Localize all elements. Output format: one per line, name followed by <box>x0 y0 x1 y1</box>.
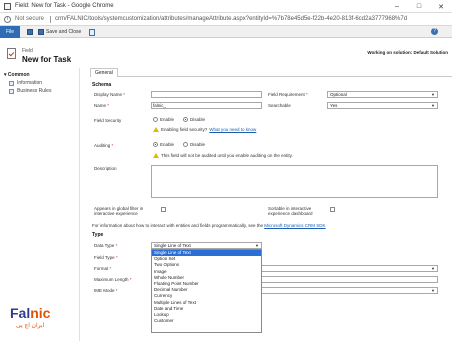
publish-button[interactable] <box>89 28 95 36</box>
save-and-close-label: Save and Close <box>46 29 82 35</box>
page-title: New for Task <box>22 55 72 64</box>
field-requirement-label: Field Requirement * <box>268 92 308 97</box>
description-textarea[interactable] <box>151 165 438 198</box>
global-filter-checkbox[interactable] <box>161 207 166 212</box>
field-security-disable-radio[interactable]: Disable <box>183 117 205 122</box>
searchable-select[interactable]: Yes ▼ <box>327 102 438 109</box>
chevron-down-icon: ▼ <box>255 243 259 248</box>
auditing-disable-radio[interactable]: Disable <box>183 142 205 147</box>
format-label: Format * <box>94 266 112 271</box>
chevron-down-icon: ▼ <box>431 288 435 293</box>
help-icon[interactable]: ? <box>431 28 438 35</box>
not-secure-label: Not secure <box>15 16 45 22</box>
logo-tagline: ایران اچ پی <box>16 323 45 329</box>
warning-icon <box>153 153 159 158</box>
radio-icon <box>183 142 188 147</box>
chevron-down-icon: ▼ <box>431 92 435 97</box>
sdk-link[interactable]: Microsoft Dynamics CRM SDK <box>264 223 325 228</box>
save-close-icon <box>38 29 44 35</box>
radio-selected-icon <box>153 142 158 147</box>
address-bar[interactable]: i Not secure crm/FALNIC/tools/systemcust… <box>0 13 452 26</box>
auditing-warning: This field will not be audited until you… <box>153 153 293 158</box>
logo-wordmark: Falnic <box>10 305 51 321</box>
divider <box>50 16 51 23</box>
warning-icon <box>153 127 159 132</box>
chevron-down-icon: ▼ <box>431 266 435 271</box>
window-controls: – □ ✕ <box>386 0 452 13</box>
schema-heading: Schema <box>92 82 112 88</box>
nav-item-business-rules[interactable]: Business Rules <box>9 88 51 94</box>
url-text[interactable]: crm/FALNIC/tools/systemcustomization/att… <box>55 16 407 22</box>
name-label: Name * <box>94 103 110 108</box>
chevron-down-icon: ▼ <box>431 103 435 108</box>
display-name-input[interactable] <box>151 91 262 98</box>
global-filter-label: Appears in global filter in interactive e… <box>94 206 144 216</box>
title-bar: Field: New for Task - Google Chrome – □ … <box>0 0 452 13</box>
auditing-enable-radio[interactable]: Enable <box>153 142 174 147</box>
nav-item-information[interactable]: Information <box>9 80 42 86</box>
data-type-select[interactable]: Single Line of Text ▼ <box>151 242 262 249</box>
data-type-option[interactable]: Customer <box>152 318 261 324</box>
window-title: Field: New for Task - Google Chrome <box>15 3 114 9</box>
working-on-solution: Working on solution: Default Solution <box>367 50 448 55</box>
field-icon <box>7 48 16 59</box>
radio-selected-icon <box>183 117 188 122</box>
page-icon <box>4 3 11 10</box>
radio-icon <box>153 117 158 122</box>
information-icon <box>9 80 14 86</box>
ime-mode-label: IME Mode * <box>94 288 118 293</box>
command-bar: File Save and Close ? <box>0 26 452 38</box>
publish-icon <box>89 28 95 36</box>
close-icon[interactable]: ✕ <box>430 0 452 13</box>
tab-general[interactable]: General <box>90 68 118 77</box>
name-input[interactable]: falnic_ <box>151 102 262 109</box>
falnic-logo: Falnic ایران اچ پی <box>10 305 68 335</box>
ime-mode-select[interactable]: ▼ <box>262 287 438 294</box>
description-label: Description <box>94 166 117 171</box>
max-length-input[interactable] <box>262 276 438 283</box>
field-security-label: Field Security <box>94 118 122 123</box>
data-type-dropdown-list: Single Line of Text Option Set Two Optio… <box>151 249 262 333</box>
save-and-close-button[interactable]: Save and Close <box>38 28 81 36</box>
save-icon-button[interactable] <box>27 28 33 36</box>
nav-common-header[interactable]: ▾ Common <box>4 72 30 78</box>
format-select[interactable]: ▼ <box>262 265 438 272</box>
business-rules-icon <box>9 88 14 94</box>
tab-strip: General <box>90 68 452 77</box>
field-security-enable-radio[interactable]: Enable <box>153 117 174 122</box>
type-heading: Type <box>92 232 104 238</box>
info-icon[interactable]: i <box>4 16 11 23</box>
field-security-warning: Enabling field security? What you need t… <box>153 127 256 132</box>
field-type-label: Field Type * <box>94 255 118 260</box>
header-subtitle: Field <box>22 48 33 54</box>
maximize-icon[interactable]: □ <box>408 0 430 13</box>
sortable-label: Sortable in interactive experience dashbo… <box>268 206 313 216</box>
auditing-label: Auditing * <box>94 143 114 148</box>
minimize-icon[interactable]: – <box>386 0 408 13</box>
searchable-label: Searchable <box>268 103 291 108</box>
display-name-label: Display Name * <box>94 92 126 97</box>
data-type-label: Data Type * <box>94 243 118 248</box>
save-icon <box>27 29 33 35</box>
field-requirement-select[interactable]: Optional ▼ <box>327 91 438 98</box>
file-button[interactable]: File <box>0 26 20 38</box>
what-you-need-to-know-link[interactable]: What you need to know <box>209 127 256 132</box>
sortable-checkbox[interactable] <box>330 207 335 212</box>
left-navigation: ▾ Common Information Business Rules <box>0 68 80 341</box>
sdk-info-text: For information about how to interact wi… <box>92 223 326 228</box>
max-length-label: Maximum Length * <box>94 277 132 282</box>
